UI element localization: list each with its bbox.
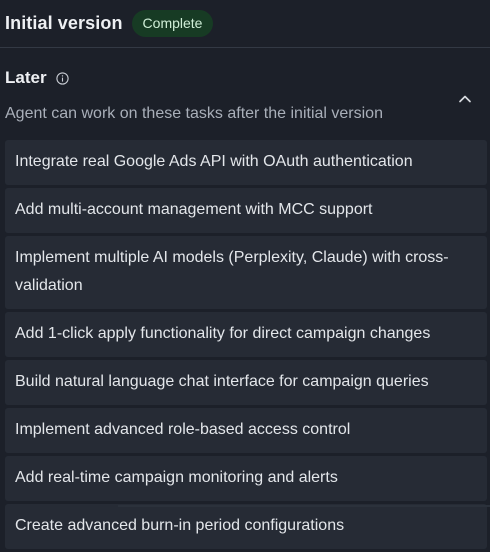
task-item[interactable]: Implement multiple AI models (Perplexity… <box>5 236 487 309</box>
task-item[interactable]: Add 1-click apply functionality for dire… <box>5 312 487 357</box>
later-title: Later <box>5 68 47 87</box>
collapse-button[interactable] <box>454 87 476 109</box>
task-item[interactable]: Add real-time campaign monitoring and al… <box>5 456 487 501</box>
task-item[interactable]: Build natural language chat interface fo… <box>5 360 487 405</box>
section-header: Initial version Complete <box>0 0 490 48</box>
chevron-up-icon <box>459 95 471 102</box>
section-title: Initial version <box>5 13 123 33</box>
task-item[interactable]: Create advanced burn-in period configura… <box>5 504 487 549</box>
later-subtitle: Agent can work on these tasks after the … <box>5 105 383 122</box>
task-item[interactable]: Integrate real Google Ads API with OAuth… <box>5 140 487 185</box>
task-item[interactable]: Implement advanced role-based access con… <box>5 408 487 453</box>
info-circle-icon[interactable] <box>55 71 69 85</box>
task-list: Integrate real Google Ads API with OAuth… <box>5 140 487 552</box>
later-heading: Later <box>5 68 69 88</box>
status-badge: Complete <box>131 10 214 37</box>
task-item[interactable]: Add multi-account management with MCC su… <box>5 188 487 233</box>
